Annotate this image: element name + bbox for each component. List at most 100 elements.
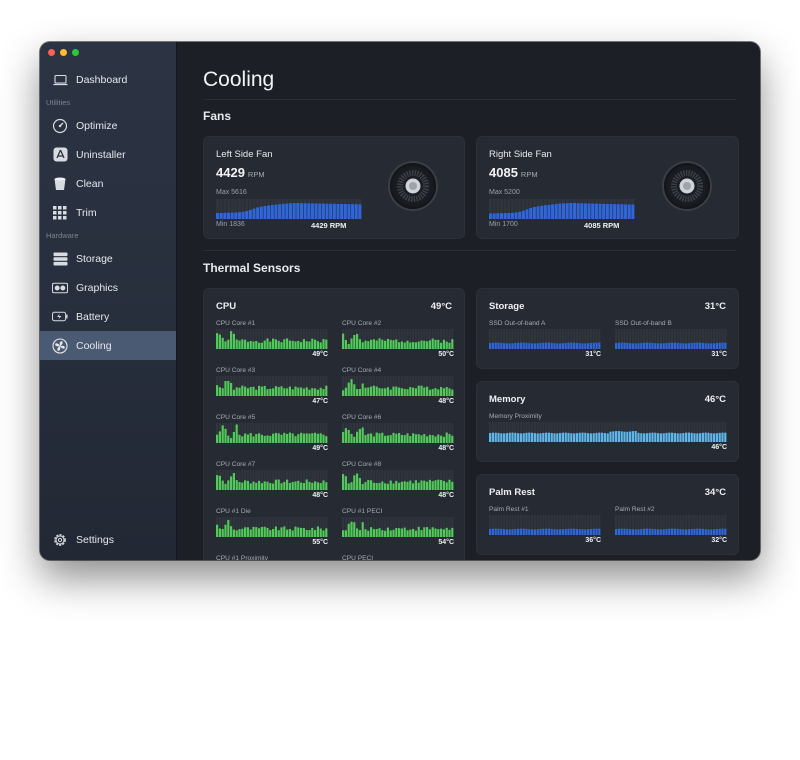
chart-bar <box>392 432 395 443</box>
chart-bar <box>662 343 665 349</box>
chart-bar <box>529 208 533 219</box>
chart-bar <box>269 483 272 490</box>
chart-bar <box>451 339 454 349</box>
chart-bar <box>620 204 624 219</box>
chart-bar <box>232 333 235 349</box>
sidebar-item-optimize[interactable]: Optimize <box>40 111 176 140</box>
chart-bar <box>235 387 238 396</box>
chart-bar <box>260 526 263 537</box>
chart-bar <box>358 429 361 443</box>
sensor-chart <box>615 329 727 349</box>
chart-bar <box>648 528 651 535</box>
chart-bar <box>417 526 420 537</box>
chart-bar <box>623 431 626 442</box>
zoom-window-button[interactable] <box>72 49 79 56</box>
chart-bar <box>398 387 401 396</box>
chart-bar <box>699 342 702 349</box>
minimize-window-button[interactable] <box>60 49 67 56</box>
sidebar-item-dashboard[interactable]: Dashboard <box>40 65 176 94</box>
sensor-chart <box>216 423 328 443</box>
chart-bar <box>594 203 598 219</box>
chart-bar <box>378 482 381 490</box>
fan-rpm-readout: 4429 RPM <box>216 164 265 182</box>
chart-bar <box>704 343 707 349</box>
chart-bar <box>525 528 528 535</box>
sensor-cpu-1: CPU Core #1 49°C <box>216 320 328 360</box>
chart-bar <box>665 432 668 442</box>
chart-bar <box>283 481 286 490</box>
sidebar-item-uninstaller[interactable]: Uninstaller <box>40 140 176 169</box>
chart-bar <box>386 483 389 490</box>
chart-bar <box>556 433 559 442</box>
chart-bar <box>252 481 255 490</box>
sensor-cpu-11: CPU #1 Proximity <box>216 555 328 560</box>
chart-bar <box>679 433 682 442</box>
chart-bar <box>637 343 640 349</box>
chart-bar <box>724 342 727 349</box>
chart-bar <box>417 385 420 396</box>
chart-bar <box>302 528 305 537</box>
chart-bar <box>562 203 566 219</box>
chart-bar <box>272 528 275 537</box>
chart-bar <box>569 203 573 219</box>
chart-bar <box>322 434 325 443</box>
chart-bar <box>626 431 629 442</box>
chart-bar <box>508 432 511 442</box>
chart-bar <box>559 529 562 535</box>
page-title: Cooling <box>203 68 275 91</box>
sensor-cpu-12: CPU PECI <box>342 555 454 560</box>
chart-bar <box>724 432 727 442</box>
sensor-temp: 31°C <box>585 351 601 358</box>
chart-bar <box>347 382 350 396</box>
chart-bar <box>503 213 507 219</box>
group-temp: 31°C <box>704 301 726 312</box>
chart-bar <box>269 341 272 349</box>
chart-bar <box>347 483 350 490</box>
chart-bar <box>249 433 252 443</box>
sidebar-item-battery[interactable]: Battery <box>40 302 176 331</box>
sidebar-item-storage[interactable]: Storage <box>40 244 176 273</box>
chart-bar <box>342 530 345 537</box>
sensor-group-memory: Memory 46°C Memory Proximity 46°C <box>476 381 739 462</box>
chart-bar <box>392 386 395 396</box>
sensor-chart <box>342 329 454 349</box>
chart-bar <box>696 342 699 349</box>
sidebar-item-graphics[interactable]: Graphics <box>40 273 176 302</box>
chart-bar <box>356 431 359 443</box>
sidebar-item-trim[interactable]: Trim <box>40 198 176 227</box>
chart-bar <box>497 342 500 349</box>
sensor-memory-proximity: Memory Proximity 46°C <box>489 413 727 453</box>
chart-bar <box>420 340 423 349</box>
sidebar-item-clean[interactable]: Clean <box>40 169 176 198</box>
chart-bar <box>354 204 358 219</box>
sensor-label: CPU Core #2 <box>342 320 382 327</box>
chart-bar <box>269 435 272 443</box>
chart-bar <box>297 434 300 443</box>
chart-bar <box>437 529 440 537</box>
chart-bar <box>598 342 601 349</box>
chart-bar <box>384 435 387 443</box>
sensor-label: CPU #1 Proximity <box>216 555 269 560</box>
sidebar-item-cooling[interactable]: Cooling <box>40 331 176 360</box>
chart-bar <box>576 203 580 219</box>
chart-bar <box>319 483 322 490</box>
chart-bar <box>503 529 506 535</box>
chart-bar <box>606 433 609 442</box>
chart-bar <box>263 435 266 443</box>
fan-rpm-value: 4429 <box>216 165 245 180</box>
chart-bar <box>274 432 277 443</box>
fan-max-label: Max 5616 <box>216 189 247 196</box>
chart-bar <box>440 387 443 396</box>
chart-bar <box>221 425 224 443</box>
close-window-button[interactable] <box>48 49 55 56</box>
chart-bar <box>370 386 373 396</box>
sidebar-item-settings[interactable]: Settings <box>40 525 176 554</box>
chart-bar <box>613 204 617 219</box>
chart-bar <box>668 342 671 349</box>
chart-bar <box>426 436 429 443</box>
chart-bar <box>559 433 562 442</box>
chart-bar <box>673 433 676 442</box>
chart-bar <box>654 529 657 535</box>
chart-bar <box>617 342 620 349</box>
chart-bar <box>300 432 303 443</box>
